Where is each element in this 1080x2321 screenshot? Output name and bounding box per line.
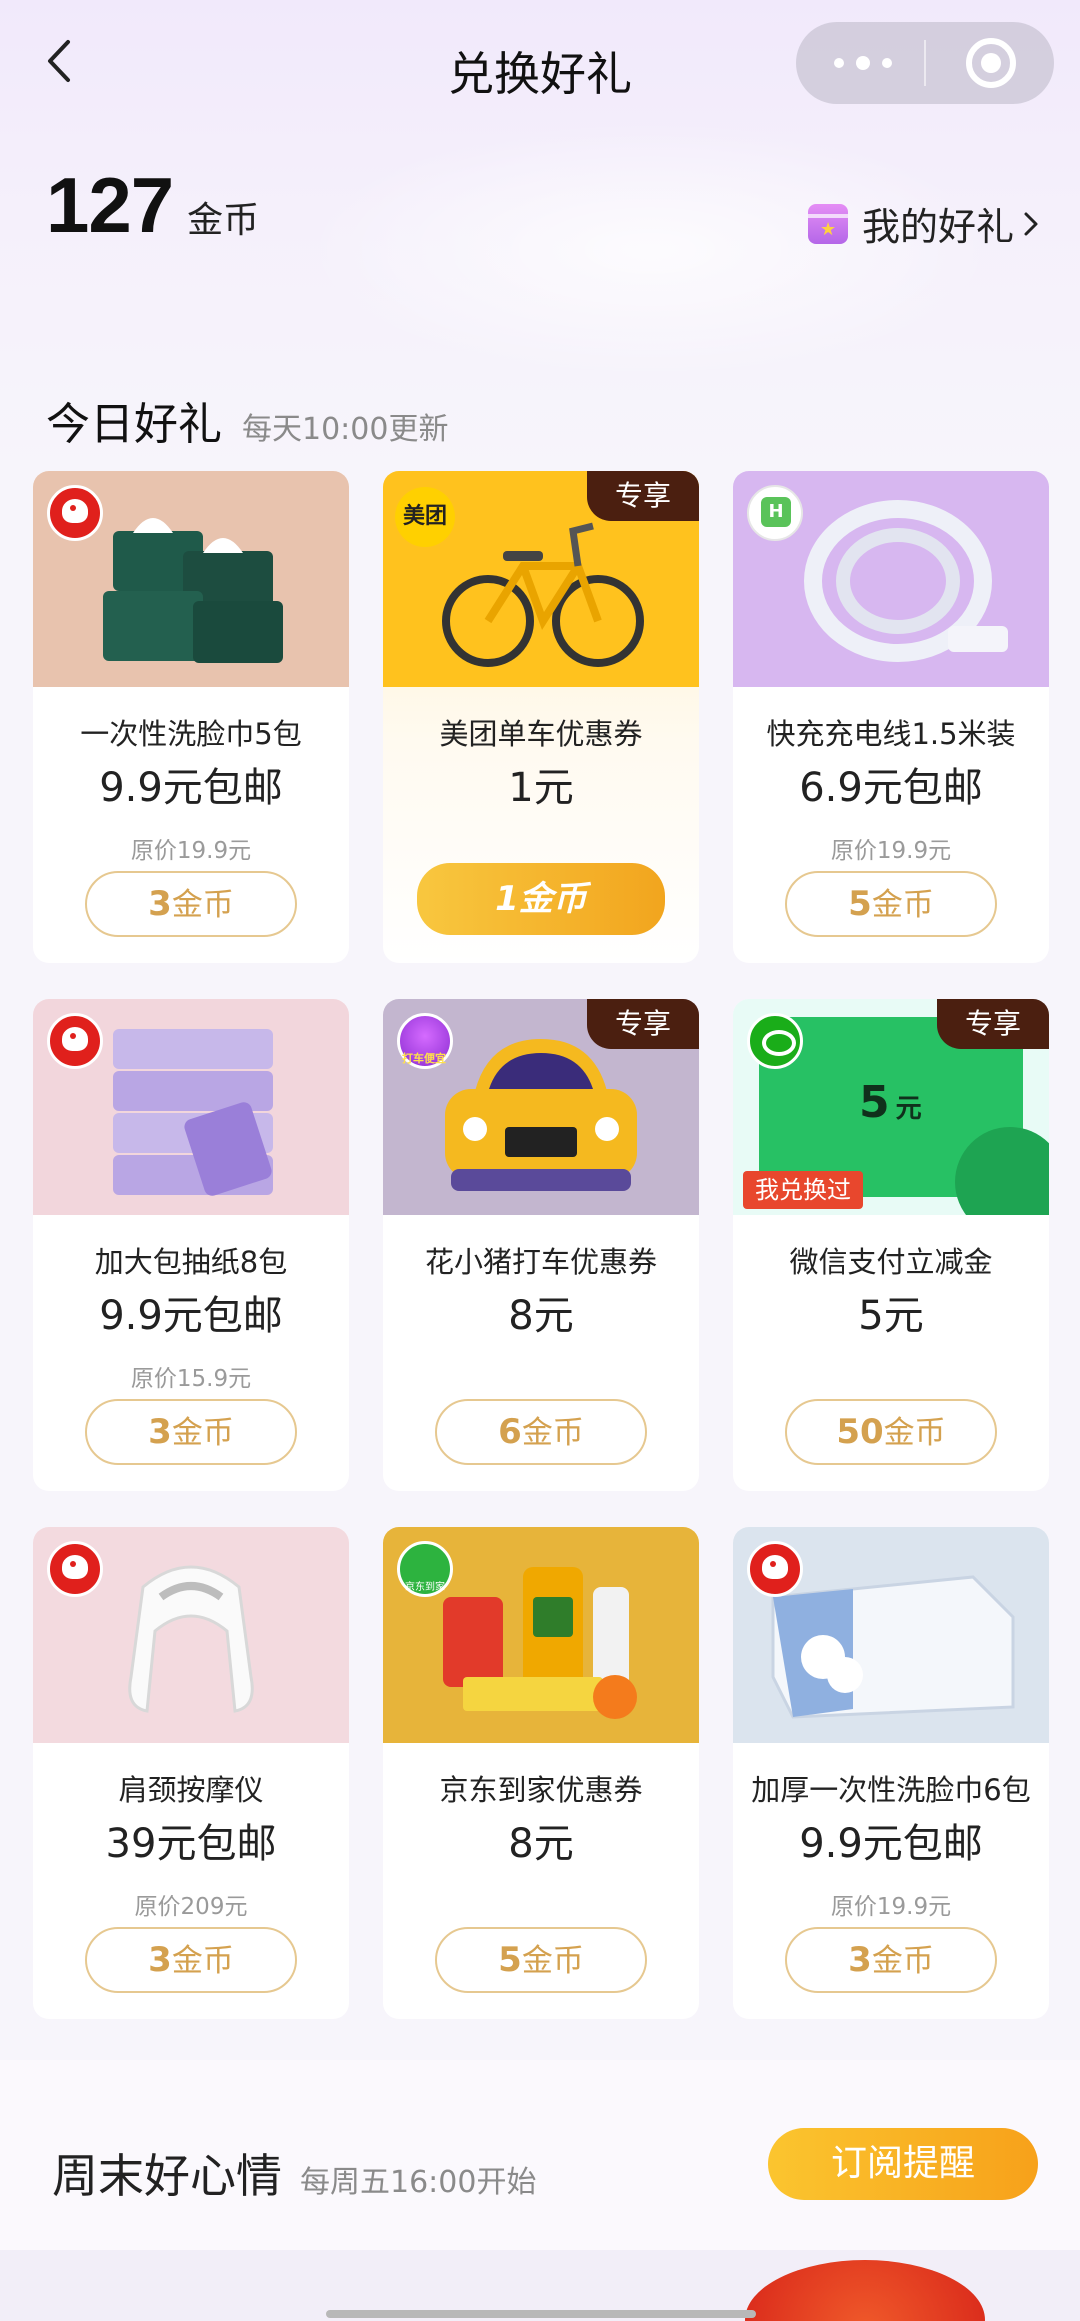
voucher-amount: 5 xyxy=(859,1077,890,1128)
redeem-button[interactable]: 3金币 xyxy=(85,871,297,937)
today-subtitle: 每天10:00更新 xyxy=(242,412,449,447)
voucher-unit: 元 xyxy=(895,1094,922,1124)
card-name: 一次性洗脸巾5包 xyxy=(80,717,302,751)
jd-logo-icon xyxy=(47,1541,103,1597)
jd-daojia-logo-icon: 京东到家 xyxy=(397,1541,453,1597)
card-name: 美团单车优惠券 xyxy=(439,717,643,751)
redeem-button[interactable]: 5金币 xyxy=(435,1927,647,1993)
cost-unit: 金币 xyxy=(871,1943,934,1979)
cost-number: 1 xyxy=(495,879,519,919)
check-circle-icon xyxy=(955,1127,1049,1215)
my-gift-label: 我的好礼 xyxy=(861,205,1014,249)
cost-number: 6 xyxy=(498,1412,522,1452)
card-name: 加大包抽纸8包 xyxy=(94,1245,288,1279)
card-price: 5元 xyxy=(858,1293,924,1339)
card-name: 京东到家优惠券 xyxy=(439,1773,643,1807)
cost-number: 3 xyxy=(148,1412,172,1452)
close-target-icon[interactable] xyxy=(966,38,1016,88)
card-original-price: 原价19.9元 xyxy=(130,838,252,864)
gift-card[interactable]: 专享 美团 美团单车优惠券 1元 1金币 xyxy=(383,471,699,963)
subscribe-reminder-button[interactable]: 订阅提醒 xyxy=(768,2128,1038,2200)
redeem-button[interactable]: 3金币 xyxy=(785,1927,997,1993)
card-price: 9.9元包邮 xyxy=(799,1821,983,1867)
gift-card[interactable]: 加厚一次性洗脸巾6包 9.9元包邮 原价19.9元 3金币 xyxy=(733,1527,1049,2019)
mini-program-capsule xyxy=(796,22,1054,104)
cost-number: 3 xyxy=(148,1940,172,1980)
today-section-title: 今日好礼 每天10:00更新 xyxy=(46,388,448,452)
cost-unit: 金币 xyxy=(883,1415,946,1451)
coin-balance: 127 金币 xyxy=(46,160,259,251)
nav-bar: 兑换好礼 xyxy=(0,0,1080,130)
card-price: 8元 xyxy=(508,1821,574,1867)
gift-card[interactable]: 一次性洗脸巾5包 9.9元包邮 原价19.9元 3金币 xyxy=(33,471,349,963)
redeem-button[interactable]: 3金币 xyxy=(85,1927,297,1993)
exclusive-badge: 专享 xyxy=(587,999,699,1049)
logo-text: 京东到家 xyxy=(405,1582,445,1593)
huaxiaozhu-logo-icon: 打车便宜 xyxy=(397,1013,453,1069)
card-price: 9.9元包邮 xyxy=(99,1293,283,1339)
gift-box-icon: ★ xyxy=(807,203,848,244)
cost-unit: 金币 xyxy=(171,1943,234,1979)
redeem-button[interactable]: 5金币 xyxy=(785,871,997,937)
card-price: 1元 xyxy=(508,765,574,811)
card-name: 花小猪打车优惠券 xyxy=(424,1245,657,1279)
gift-card[interactable]: 京东到家 京东到家优惠券 8元 5金币 xyxy=(383,1527,699,2019)
cost-number: 50 xyxy=(836,1412,884,1452)
card-price: 9.9元包邮 xyxy=(99,765,283,811)
card-original-price: 原价15.9元 xyxy=(130,1366,252,1392)
cost-number: 3 xyxy=(148,884,172,924)
card-name: 快充充电线1.5米装 xyxy=(766,717,1016,751)
coin-count: 127 xyxy=(46,161,174,249)
coin-unit: 金币 xyxy=(187,200,260,241)
redeem-button[interactable]: 3金币 xyxy=(85,1399,297,1465)
weekend-subtitle: 每周五16:00开始 xyxy=(300,2165,537,2200)
redeem-button[interactable]: 6金币 xyxy=(435,1399,647,1465)
exclusive-badge: 专享 xyxy=(937,999,1049,1049)
more-dots-icon[interactable] xyxy=(834,54,892,72)
chevron-right-icon xyxy=(1024,212,1038,235)
gift-card[interactable]: 专享 打车便宜 花小猪打车优惠券 8元 6金币 xyxy=(383,999,699,1491)
cost-number: 3 xyxy=(848,1940,872,1980)
card-original-price: 原价19.9元 xyxy=(830,1894,952,1920)
cost-unit: 金币 xyxy=(171,1415,234,1451)
jd-logo-icon xyxy=(47,1013,103,1069)
card-original-price: 原价209元 xyxy=(134,1894,248,1920)
redeem-button[interactable]: 50金币 xyxy=(785,1399,997,1465)
weekend-section-title: 周末好心情 每周五16:00开始 xyxy=(52,2140,536,2206)
cost-unit: 金币 xyxy=(171,887,234,923)
card-original-price: 原价19.9元 xyxy=(830,838,952,864)
exclusive-badge: 专享 xyxy=(587,471,699,521)
capsule-divider xyxy=(924,40,926,86)
card-price: 8元 xyxy=(508,1293,574,1339)
cost-unit: 金币 xyxy=(521,1943,584,1979)
jd-logo-icon xyxy=(47,485,103,541)
redeem-button[interactable]: 1金币 xyxy=(417,863,665,935)
gift-card[interactable]: H 快充充电线1.5米装 6.9元包邮 原价19.9元 5金币 xyxy=(733,471,1049,963)
logo-text: 打车便宜 xyxy=(402,1052,446,1065)
my-gift-link[interactable]: ★ 我的好礼 xyxy=(807,196,1040,251)
redeemed-badge: 我兑换过 xyxy=(743,1171,863,1209)
card-name: 加厚一次性洗脸巾6包 xyxy=(751,1773,1031,1807)
gift-card[interactable]: 加大包抽纸8包 9.9元包邮 原价15.9元 3金币 xyxy=(33,999,349,1491)
brand-logo-icon: H xyxy=(747,485,803,541)
card-price: 39元包邮 xyxy=(105,1821,277,1867)
cost-number: 5 xyxy=(848,884,872,924)
cost-unit: 金币 xyxy=(521,1415,584,1451)
brand-logo-letter: H xyxy=(761,497,791,527)
card-name: 微信支付立减金 xyxy=(789,1245,993,1279)
home-indicator xyxy=(326,2310,756,2318)
wechat-pay-logo-icon xyxy=(747,1013,803,1069)
cost-number: 5 xyxy=(498,1940,522,1980)
gift-card[interactable]: 5元 专享 我兑换过 微信支付立减金 5元 50金币 xyxy=(733,999,1049,1491)
cost-unit: 金币 xyxy=(871,887,934,923)
weekend-title: 周末好心情 xyxy=(52,2149,282,2203)
card-name: 肩颈按摩仪 xyxy=(118,1773,264,1807)
cost-unit: 金币 xyxy=(518,879,587,919)
gift-card[interactable]: 肩颈按摩仪 39元包邮 原价209元 3金币 xyxy=(33,1527,349,2019)
meituan-logo-icon: 美团 xyxy=(395,487,455,547)
today-title: 今日好礼 xyxy=(46,399,222,450)
jd-logo-icon xyxy=(747,1541,803,1597)
card-price: 6.9元包邮 xyxy=(799,765,983,811)
